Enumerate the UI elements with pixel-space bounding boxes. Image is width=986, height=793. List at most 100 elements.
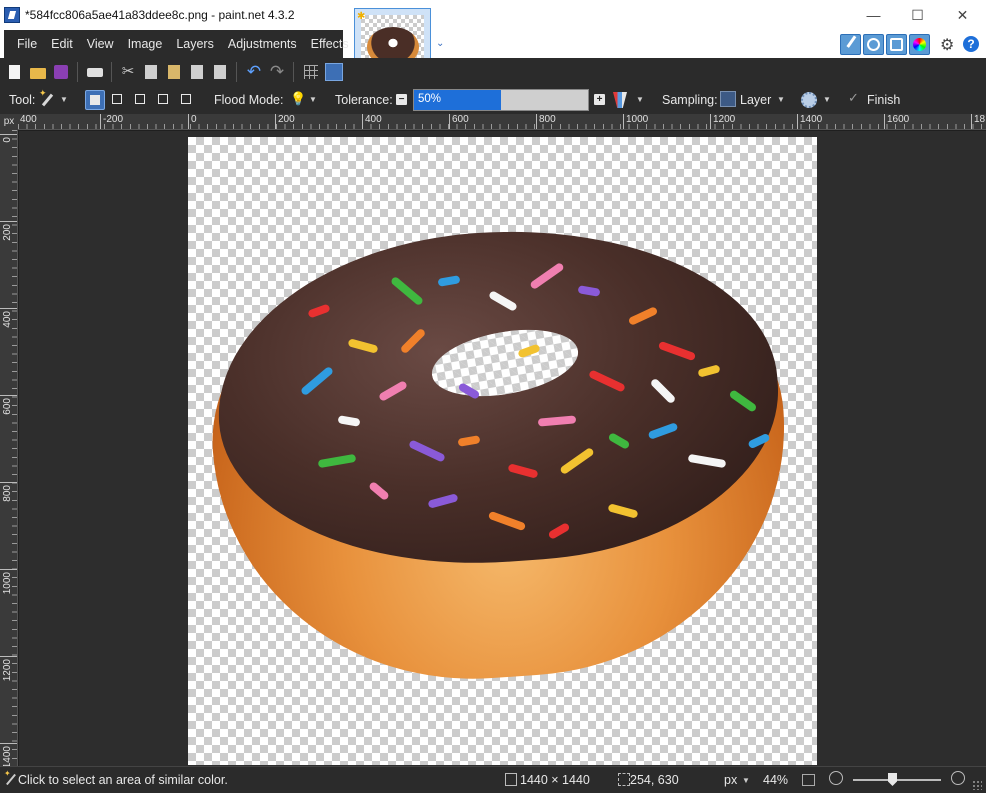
toolbar-separator [236,62,237,82]
zoom-out-icon[interactable] [829,771,843,785]
settings-gear-icon[interactable]: ⚙ [940,35,954,55]
tolerance-value: 50% [418,93,442,105]
colors-window-button[interactable] [909,34,930,55]
vertical-ruler: 0 200 400 600 800 1000 1200 1400 [0,130,18,766]
window-title: *584fcc806a5ae41a83ddee8c.png - paint.ne… [25,8,295,22]
copy-icon[interactable] [142,63,160,81]
horizontal-ruler: 400 -200 0 200 400 600 800 1000 1200 140… [18,114,986,130]
ruler-h-label: 600 [449,114,469,129]
selection-mode-intersect-button[interactable] [154,90,174,110]
menu-edit[interactable]: Edit [44,37,80,51]
antialiasing-icon[interactable] [801,92,817,108]
selection-mode-exclude-button[interactable] [131,90,151,110]
ruler-v-mark: 600 [0,395,17,437]
tolerance-decrease-button[interactable]: − [396,94,407,105]
tools-window-button[interactable] [840,34,865,55]
ruler-v-label: 800 [2,485,13,502]
image-size: 1440 × 1440 [520,773,590,787]
magic-wand-icon[interactable] [39,88,55,107]
ruler-h-label: -200 [100,114,123,129]
ruler-v-mark: 1200 [0,656,17,698]
zoom-slider[interactable] [853,779,941,781]
menu-file[interactable]: File [10,37,44,51]
exclude-mode-icon [135,94,145,104]
tool-label: Tool: [9,93,36,107]
menu-bar: File Edit View Image Layers Adjustments … [4,30,349,58]
layers-window-button[interactable] [886,34,907,55]
menu-image[interactable]: Image [121,37,170,51]
menu-view[interactable]: View [80,37,121,51]
undo-icon[interactable]: ↶ [245,63,263,81]
layers-icon [890,38,903,51]
main-toolbar: ✂ ↶ ↷ [0,58,986,86]
intersect-mode-icon [158,94,168,104]
paintnet-app-icon[interactable] [4,7,20,23]
cursor-position: 254, 630 [630,773,679,787]
new-file-icon[interactable] [6,63,24,81]
zoom-in-icon[interactable] [951,771,965,785]
flood-mode-chevron-down-icon[interactable]: ▼ [309,95,317,104]
sampling-label: Sampling: [662,93,718,107]
ruler-h-label: 1400 [797,114,822,129]
finish-label[interactable]: Finish [867,93,900,107]
ruler-h-label: 18 [971,114,985,129]
finish-check-icon[interactable]: ✓ [848,90,859,106]
ruler-v-mark: 1000 [0,569,17,611]
save-icon[interactable] [52,63,70,81]
ruler-v-label: 1200 [2,659,13,682]
ruler-h-label: 0 [188,114,197,129]
image-list-chevron-icon[interactable]: ⌄ [436,38,444,49]
units-chevron-down-icon[interactable]: ▼ [742,776,750,785]
blend-mode-chevron-down-icon[interactable]: ▼ [636,95,644,104]
union-mode-icon [112,94,122,104]
ruler-v-label: 200 [2,224,13,241]
sampling-layer-icon [720,91,736,107]
rulers-toggle-icon[interactable] [325,63,343,81]
help-icon[interactable]: ? [963,36,979,52]
units-selector[interactable]: px [724,773,737,787]
ruler-v-label: 1000 [2,572,13,595]
maximize-button[interactable]: ☐ [895,0,940,30]
tolerance-increase-button[interactable]: + [594,94,605,105]
crop-to-selection-icon[interactable] [188,63,206,81]
selection-mode-invert-button[interactable] [177,90,197,110]
ruler-v-mark: 800 [0,482,17,524]
history-window-button[interactable] [863,34,884,55]
ruler-h-label: 200 [275,114,295,129]
sampling-value[interactable]: Layer [740,93,771,107]
ruler-v-label: 1400 [2,746,13,766]
ruler-units: px [0,114,18,130]
cursor-position-icon [618,773,630,786]
selection-mode-replace-button[interactable] [85,90,105,110]
image-canvas[interactable] [188,137,817,765]
close-button[interactable]: ✕ [940,0,985,30]
pixel-grid-icon[interactable] [302,63,320,81]
zoom-level[interactable]: 44% [763,773,788,787]
ruler-h-label: 800 [536,114,556,129]
antialias-chevron-down-icon[interactable]: ▼ [823,95,831,104]
ruler-v-label: 400 [2,311,13,328]
color-wheel-icon [913,38,926,51]
flood-mode-bulb-icon[interactable]: 💡 [290,91,306,107]
blend-mode-icon[interactable] [613,92,627,108]
menu-layers[interactable]: Layers [169,37,221,51]
menu-effects[interactable]: Effects [304,37,356,51]
tolerance-label: Tolerance: [335,93,393,107]
tolerance-slider[interactable]: 50% [413,89,589,111]
tool-chevron-down-icon[interactable]: ▼ [60,95,68,104]
redo-icon[interactable]: ↷ [268,63,286,81]
selection-mode-union-button[interactable] [108,90,128,110]
minimize-button[interactable]: — [851,0,896,30]
window-resize-grip[interactable] [972,780,982,790]
zoom-to-window-icon[interactable] [802,774,815,786]
toolbar-separator [111,62,112,82]
menu-adjustments[interactable]: Adjustments [221,37,304,51]
deselect-icon[interactable] [211,63,229,81]
open-folder-icon[interactable] [29,63,47,81]
print-icon[interactable] [86,63,104,81]
zoom-slider-thumb[interactable] [888,773,897,786]
paste-icon[interactable] [165,63,183,81]
sampling-chevron-down-icon[interactable]: ▼ [777,95,785,104]
ruler-v-label: 600 [2,398,13,415]
cut-icon[interactable]: ✂ [119,63,137,81]
